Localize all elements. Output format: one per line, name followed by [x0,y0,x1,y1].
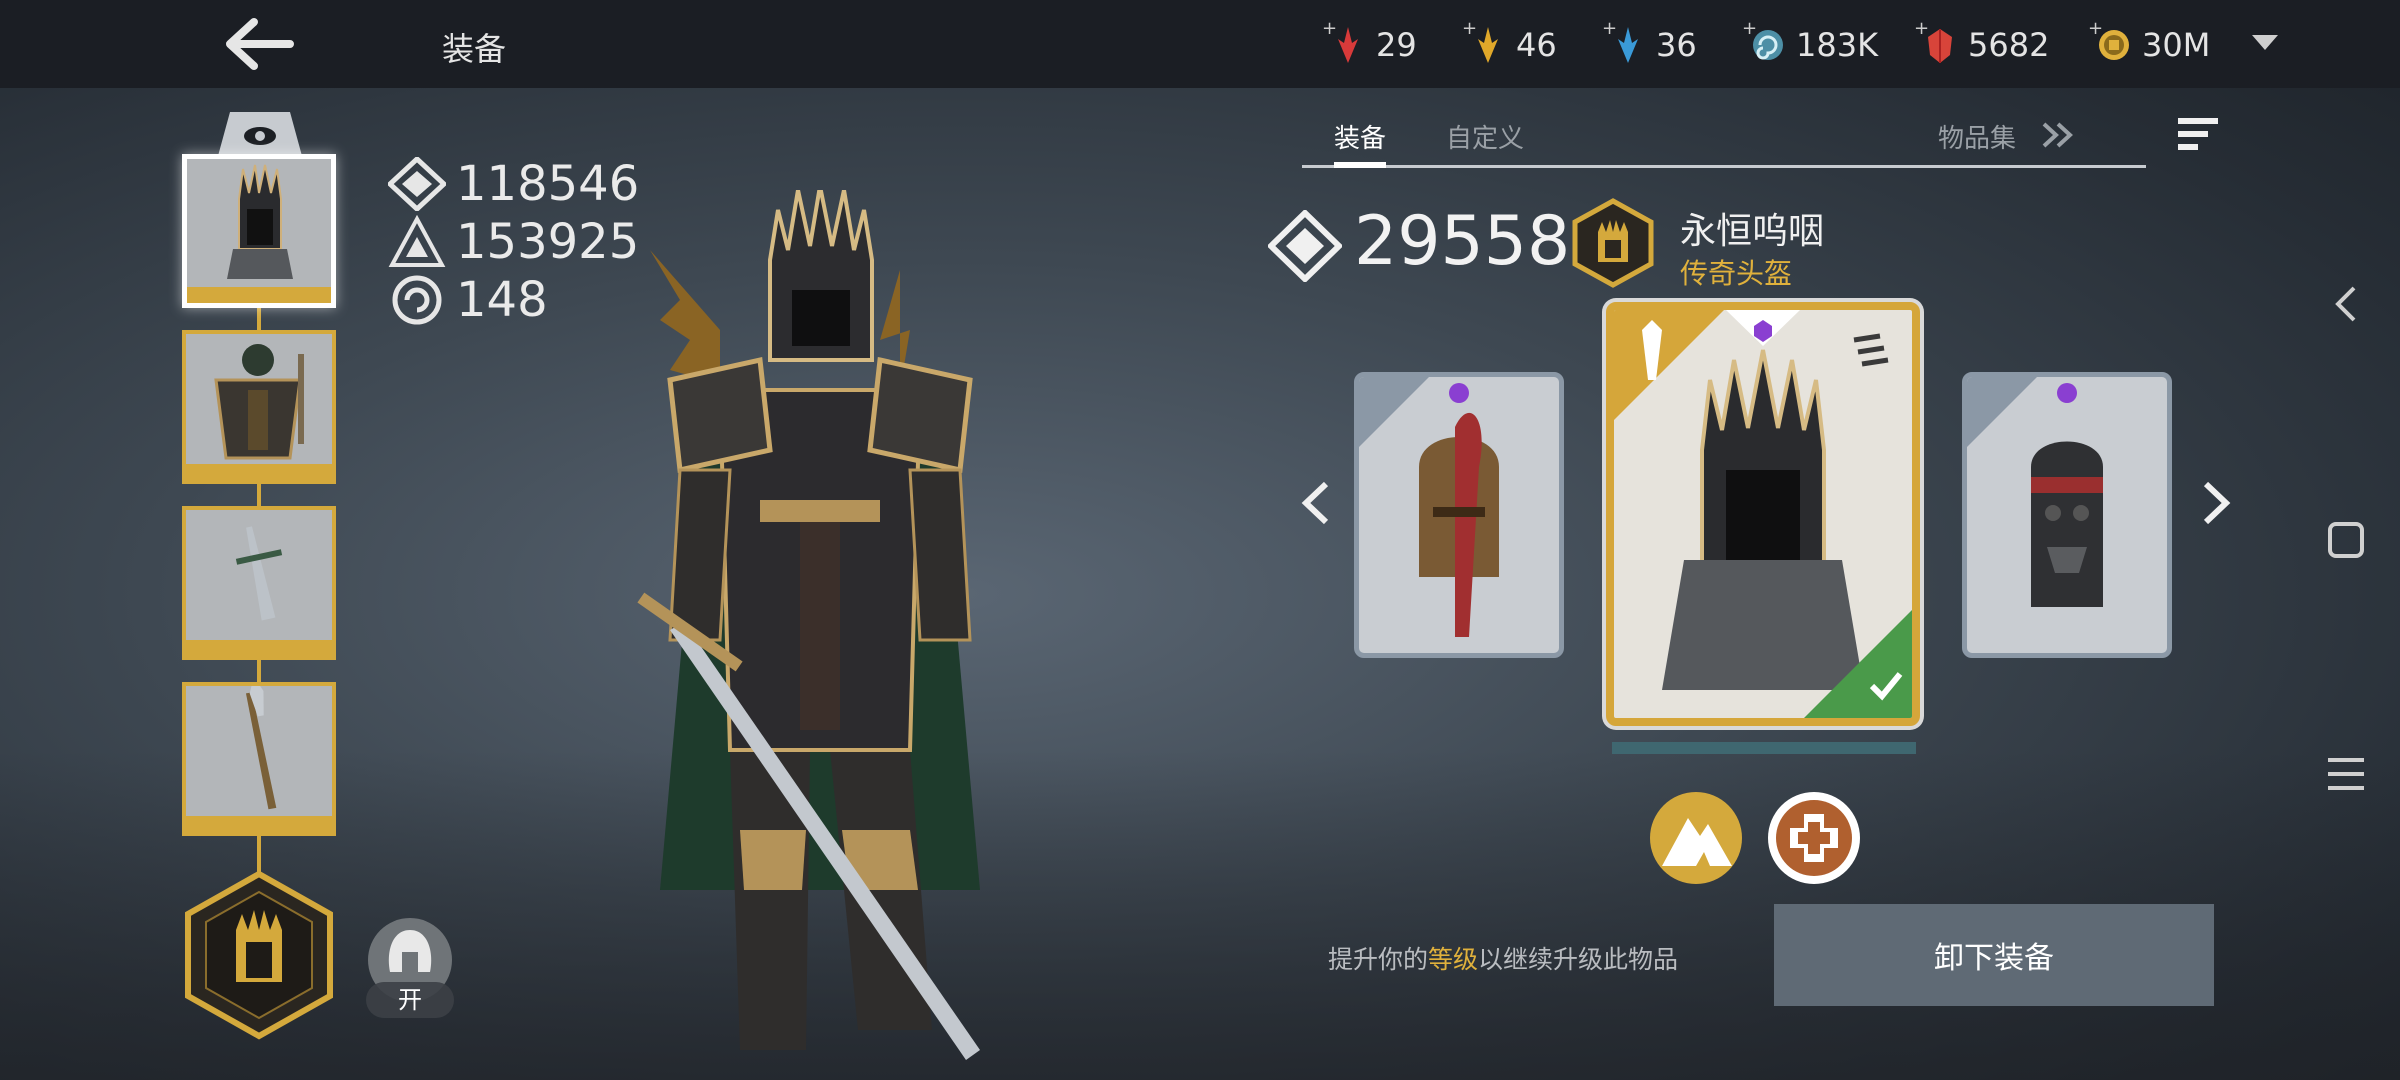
equip-slot-helmet[interactable] [182,154,336,308]
back-arrow-icon[interactable] [218,14,298,74]
cross-shield-skill-icon[interactable] [1766,790,1862,886]
selected-card-underbar [1612,742,1916,754]
stat-power: 118546 [388,156,639,212]
resource-red-crystal[interactable]: + 29 [1322,18,1417,72]
stat-attribute: 153925 [388,214,639,270]
double-chevron-right-icon[interactable] [2040,120,2074,150]
helmet-thumbnail-icon [227,164,293,279]
legendary-rank-icon [1572,198,1654,288]
resource-gold-coin[interactable]: + 30M [2088,18,2210,72]
tab-bar: 装备 自定义 物品集 [1302,112,2146,168]
spiral-icon [392,275,442,325]
tab-collection[interactable]: 物品集 [1938,118,2016,155]
item-rarity-type: 传奇头盔 [1680,257,1793,290]
equip-slot-offhand[interactable] [182,676,336,836]
item-card-bronze-helmet[interactable] [1354,372,1564,658]
resource-blue-crystal[interactable]: + 36 [1602,18,1697,72]
system-home-icon[interactable] [2324,518,2368,562]
equip-slot-armor[interactable] [182,330,336,484]
hint-highlight[interactable]: 等级 [1428,945,1478,974]
tab-custom[interactable]: 自定义 [1446,118,1524,155]
stat-level: 148 [388,272,548,328]
sort-filter-icon[interactable] [2176,114,2220,154]
spear-thumbnail-icon [245,676,277,810]
armor-thumbnail-icon [214,344,304,460]
resource-spiral-essence[interactable]: + 183K [1742,18,1878,72]
page-title: 装备 [442,30,507,68]
active-tab-indicator [1334,162,1386,168]
item-card-oni-mask[interactable] [1962,372,2172,658]
toggle-label[interactable]: 开 [366,982,454,1018]
crown-helmet-icon [1614,310,1912,718]
bronze-helmet-icon [1359,377,1499,637]
chevron-left-icon[interactable] [1296,478,1336,528]
chevron-right-icon[interactable] [2196,478,2236,528]
oni-mask-icon [1967,377,2103,607]
knight-character-model[interactable] [610,190,1030,1070]
item-name: 永恒呜咽 [1680,211,1825,252]
item-card-selected-helmet[interactable] [1606,302,1920,726]
sword-thumbnail-icon [235,526,283,621]
slot-connector [257,832,261,872]
power-diamond-icon [388,157,446,211]
mountain-skill-icon[interactable] [1648,790,1744,886]
visibility-eye-icon[interactable] [208,112,312,156]
triforce-icon [388,215,446,267]
power-diamond-icon [1268,210,1342,282]
resource-ruby-shard[interactable]: + 5682 [1914,18,2049,72]
unequip-button[interactable]: 卸下装备 [1774,904,2214,1006]
system-back-icon[interactable] [2324,282,2368,326]
chevron-down-icon[interactable] [2250,32,2280,52]
equip-slot-weapon[interactable] [182,506,336,660]
item-power-value: 29558 [1354,202,1571,281]
system-menu-icon[interactable] [2324,752,2368,796]
rank-hexagon-emblem-icon[interactable] [184,870,334,1040]
tab-equip[interactable]: 装备 [1334,118,1386,155]
upgrade-hint: 提升你的等级以继续升级此物品 [1328,945,1679,974]
top-bar: 装备 + 29 + 46 + 36 + 183K + 5682 + 30M [0,0,2400,88]
resource-gold-crystal[interactable]: + 46 [1462,18,1557,72]
